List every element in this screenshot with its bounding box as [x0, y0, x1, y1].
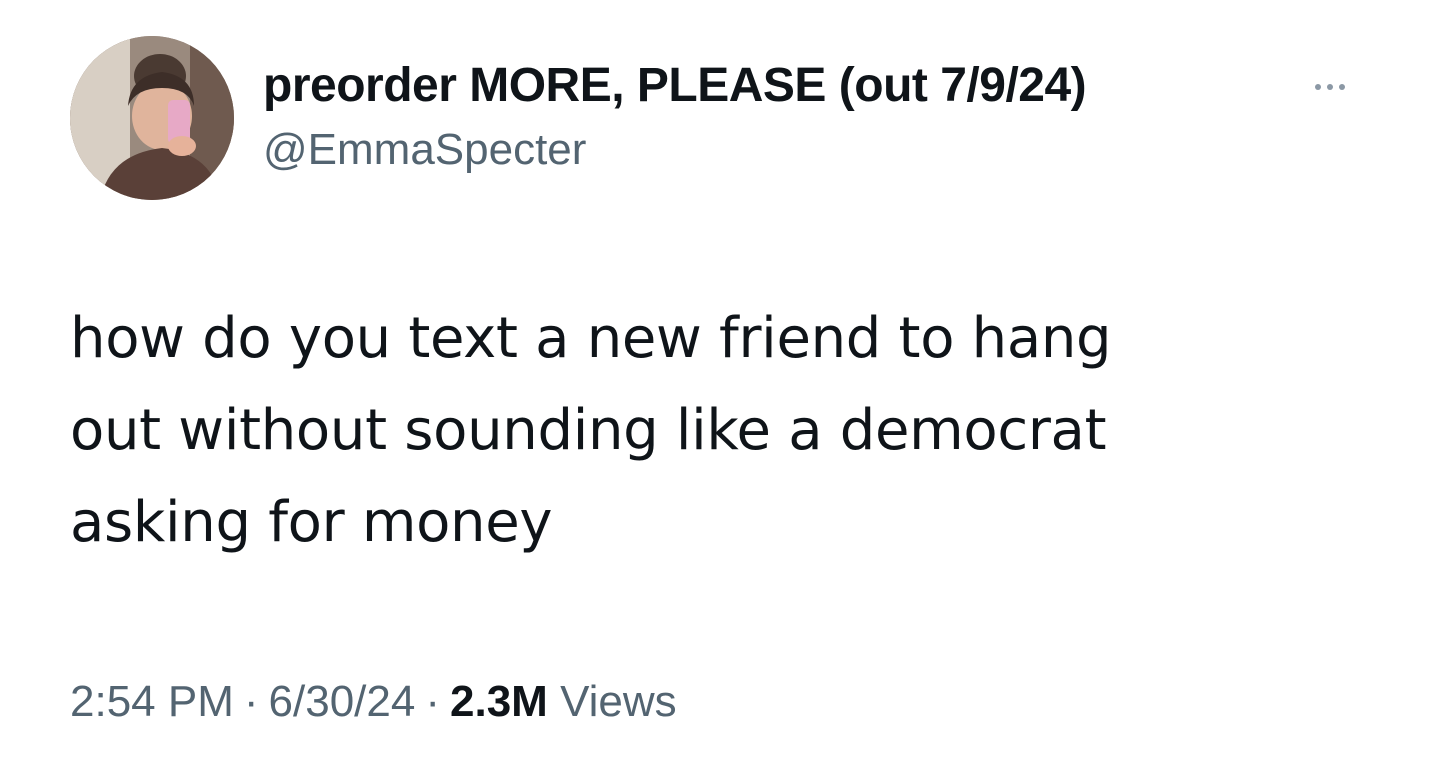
tweet-text: how do you text a new friend to hang out… [70, 293, 1390, 569]
views-link[interactable]: 2.3M Views [450, 677, 677, 726]
meta-separator: · [243, 677, 259, 726]
tweet-text-line: out without sounding like a democrat [70, 398, 1107, 463]
tweet-text-line: how do you text a new friend to hang [70, 306, 1112, 371]
avatar[interactable] [70, 36, 234, 200]
views-label: Views [560, 677, 677, 726]
tweet-time[interactable]: 2:54 PM [70, 677, 234, 726]
more-options-button[interactable] [1290, 72, 1370, 102]
tweet-text-line: asking for money [70, 490, 553, 555]
views-count: 2.3M [450, 677, 548, 726]
meta-separator: · [425, 677, 440, 726]
more-horizontal-icon [1315, 84, 1345, 90]
avatar-photo [70, 36, 234, 200]
display-name[interactable]: preorder MORE, PLEASE (out 7/9/24) [263, 58, 1087, 114]
tweet: preorder MORE, PLEASE (out 7/9/24) @Emma… [0, 0, 1440, 773]
tweet-date[interactable]: 6/30/24 [269, 677, 416, 726]
tweet-meta: 2:54 PM · 6/30/24 · 2.3M Views [70, 672, 677, 732]
user-handle[interactable]: @EmmaSpecter [263, 124, 586, 176]
